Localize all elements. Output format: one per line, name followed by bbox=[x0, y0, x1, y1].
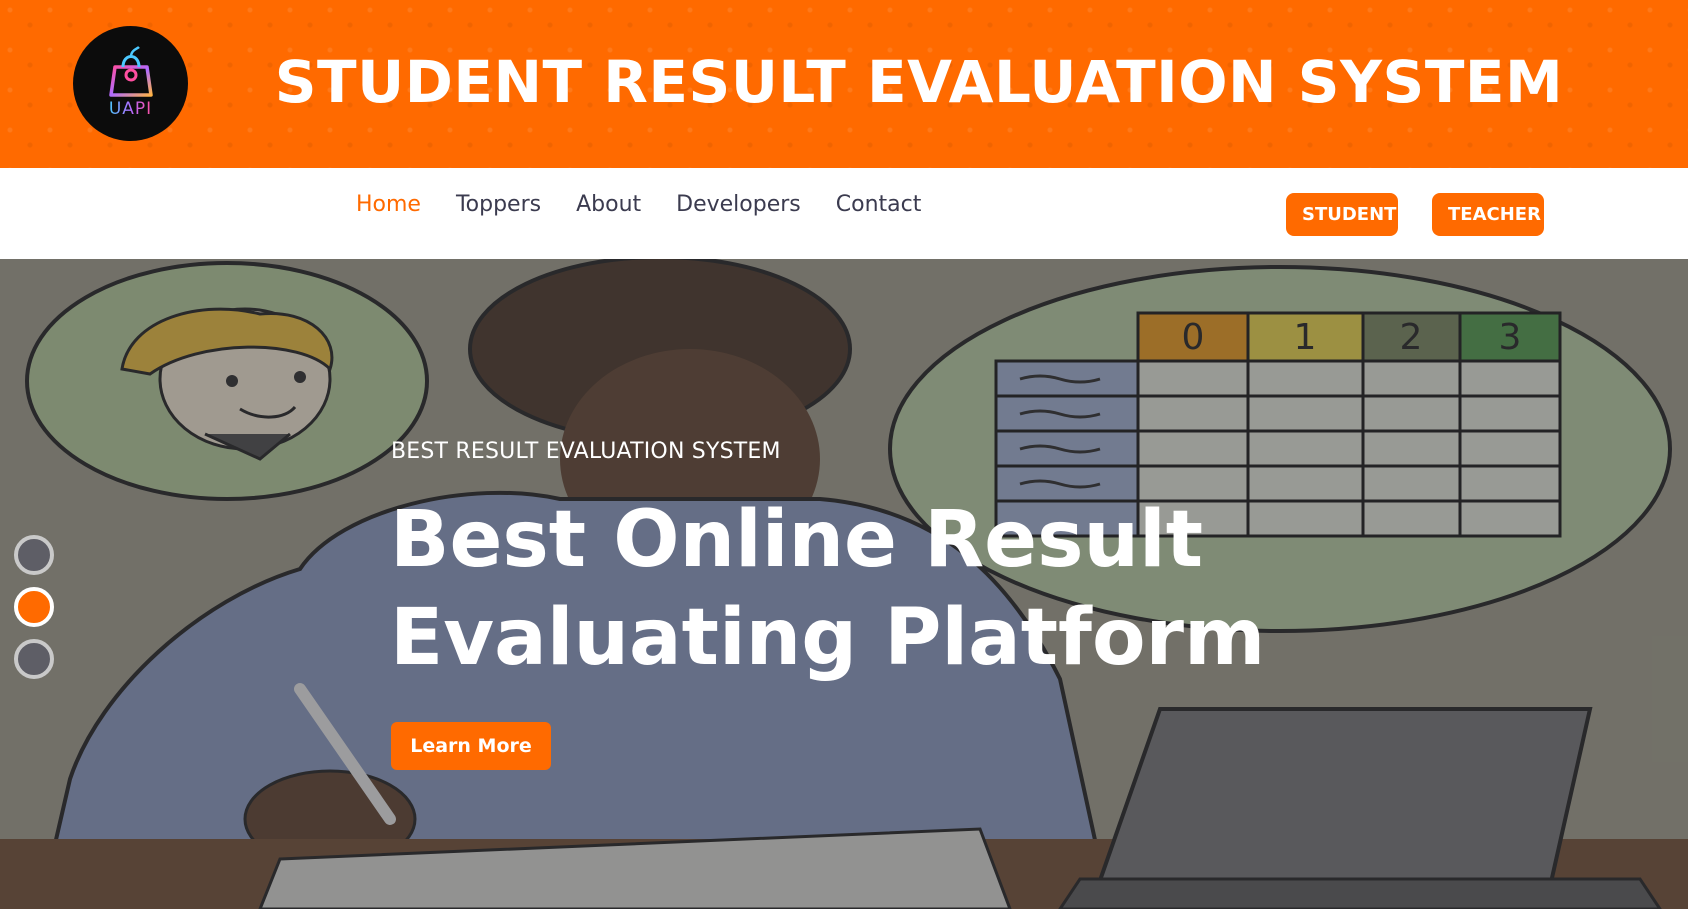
hero-carousel: 0 1 2 3 BEST RESULT EVALUATION SYSTEM Be… bbox=[0, 259, 1688, 909]
navbar: Home Toppers About Developers Contact ST… bbox=[0, 168, 1688, 259]
nav-links: Home Toppers About Developers Contact bbox=[356, 192, 921, 217]
header-banner: UAPI STUDENT RESULT EVALUATION SYSTEM bbox=[0, 0, 1688, 168]
learn-more-button[interactable]: Learn More bbox=[391, 722, 551, 770]
nav-toppers[interactable]: Toppers bbox=[456, 192, 541, 217]
carousel-dot-3[interactable] bbox=[14, 639, 54, 679]
nav-contact[interactable]: Contact bbox=[836, 192, 922, 217]
nav-about[interactable]: About bbox=[576, 192, 641, 217]
nav-developers[interactable]: Developers bbox=[676, 192, 801, 217]
student-button[interactable]: STUDENT bbox=[1286, 193, 1398, 236]
hero-title-line-2: Evaluating Platform bbox=[390, 593, 1266, 683]
hero-title: Best Online Result Evaluating Platform bbox=[390, 491, 1290, 687]
carousel-dot-2[interactable] bbox=[14, 587, 54, 627]
hero-subtitle: BEST RESULT EVALUATION SYSTEM bbox=[391, 439, 781, 464]
carousel-dot-1[interactable] bbox=[14, 535, 54, 575]
nav-home[interactable]: Home bbox=[356, 192, 421, 217]
site-title: STUDENT RESULT EVALUATION SYSTEM bbox=[274, 48, 1564, 116]
hero-title-line-1: Best Online Result bbox=[390, 495, 1204, 585]
teacher-button[interactable]: TEACHER bbox=[1432, 193, 1544, 236]
carousel-indicators bbox=[14, 535, 54, 679]
